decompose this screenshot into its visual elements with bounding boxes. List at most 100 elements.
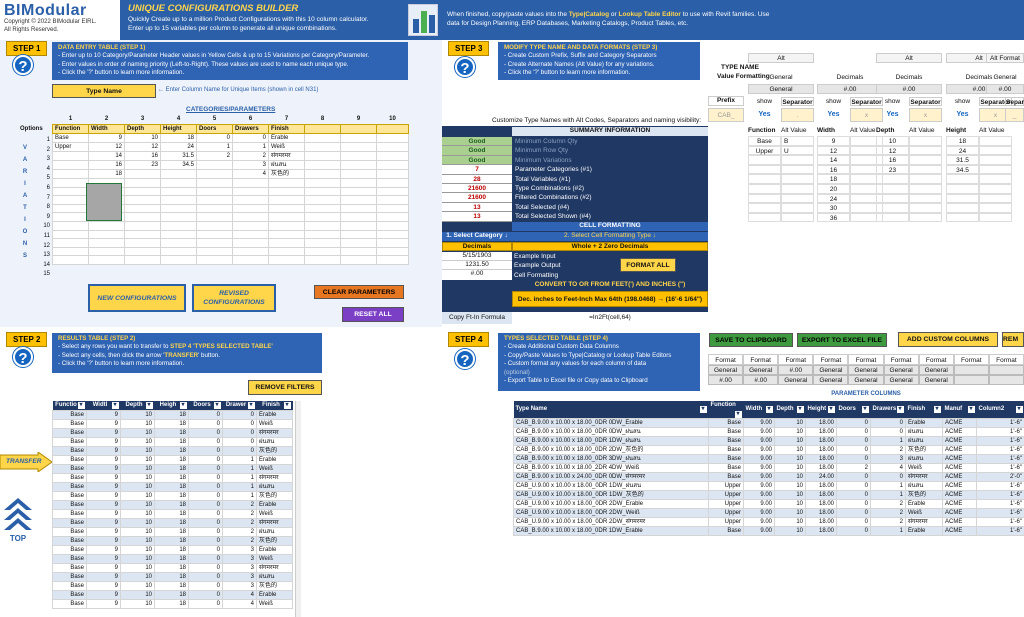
results-cell[interactable]: 9	[86, 590, 121, 600]
format-value[interactable]: General	[708, 365, 744, 375]
revised-configurations-button[interactable]: REVISED CONFIGURATIONS	[192, 284, 276, 312]
data-entry-cell[interactable]	[196, 203, 233, 214]
data-entry-cell[interactable]	[376, 246, 409, 257]
types-cell[interactable]: ACME	[942, 427, 977, 437]
decimals-dropdown[interactable]: Decimals	[442, 242, 512, 251]
types-cell[interactable]: Érable	[905, 499, 943, 509]
results-cell[interactable]: 9	[86, 464, 121, 474]
types-cell[interactable]: ACME	[942, 526, 977, 536]
format-value[interactable]	[953, 365, 989, 375]
types-cell[interactable]: 0	[836, 472, 871, 482]
types-cell[interactable]: Weiß	[905, 508, 943, 518]
results-cell[interactable]: 18	[154, 437, 189, 447]
results-row[interactable]: Base 9 10 18 0 3 ฝนสน	[52, 572, 293, 582]
results-cell[interactable]: 3	[222, 563, 257, 573]
types-cell[interactable]: CAB_B.9.00 x 10.00 x 18.00_0DR 0DW_Érabl…	[513, 418, 709, 428]
alt-value-input[interactable]	[781, 155, 814, 165]
data-entry-cell[interactable]	[160, 220, 197, 231]
results-cell[interactable]: 18	[154, 473, 189, 483]
types-cell[interactable]: 1'-6"	[976, 499, 1024, 509]
format-value[interactable]	[953, 375, 989, 385]
results-cell[interactable]: Base	[52, 509, 87, 519]
types-cell[interactable]: ACME	[942, 463, 977, 473]
data-entry-cell[interactable]	[52, 203, 89, 214]
format-value[interactable]: General	[918, 375, 954, 385]
results-cell[interactable]: 10	[120, 527, 155, 537]
data-entry-cell[interactable]	[52, 151, 89, 161]
types-header[interactable]: Column2 ▾	[976, 401, 1024, 419]
results-cell[interactable]: 0	[188, 572, 223, 582]
results-cell[interactable]: 2	[222, 518, 257, 528]
results-cell[interactable]: 0	[188, 482, 223, 492]
results-cell[interactable]: संगमरमर	[256, 428, 293, 438]
types-cell[interactable]: 24.00	[805, 472, 837, 482]
types-cell[interactable]: 灰色的	[905, 445, 943, 455]
data-entry-cell[interactable]: 9	[88, 133, 125, 143]
remove-filters-button[interactable]: REMOVE FILTERS	[248, 380, 322, 395]
separator-input[interactable]: .	[781, 108, 814, 122]
alt-value-input[interactable]	[909, 212, 942, 223]
types-cell[interactable]: 9.00	[743, 517, 775, 527]
results-cell[interactable]: 0	[222, 446, 257, 456]
results-row[interactable]: Base 9 10 18 0 3 संगमरमर	[52, 563, 293, 573]
types-cell[interactable]: 2	[836, 463, 871, 473]
data-entry-cell[interactable]	[268, 186, 305, 197]
types-cell[interactable]: ACME	[942, 490, 977, 500]
results-cell[interactable]: 18	[154, 536, 189, 546]
results-cell[interactable]: 0	[188, 446, 223, 456]
format-value[interactable]: General	[778, 375, 814, 385]
results-cell[interactable]: 9	[86, 500, 121, 510]
results-cell[interactable]: 18	[154, 482, 189, 492]
types-row[interactable]: CAB_U.9.00 x 10.00 x 18.00_0DR 1DW_ฝนสน U…	[513, 481, 1024, 491]
filter-dropdown-icon[interactable]: ▾	[179, 402, 187, 409]
data-entry-cell[interactable]	[52, 160, 89, 170]
results-cell[interactable]: 灰色的	[256, 581, 293, 591]
results-cell[interactable]: 1	[222, 473, 257, 483]
results-row[interactable]: Base 9 10 18 0 0 Weiß	[52, 419, 293, 429]
types-cell[interactable]: 18.00	[805, 481, 837, 491]
results-cell[interactable]: 18	[154, 428, 189, 438]
types-row[interactable]: CAB_U.9.00 x 10.00 x 18.00_0DR 2DW_संगमर…	[513, 517, 1024, 527]
results-cell[interactable]: Base	[52, 500, 87, 510]
data-entry-cell[interactable]	[88, 246, 125, 257]
data-entry-cell[interactable]	[196, 229, 233, 240]
results-row[interactable]: Base 9 10 18 0 0 Érable	[52, 410, 293, 420]
results-cell[interactable]: 0	[222, 419, 257, 429]
data-entry-cell[interactable]	[304, 255, 341, 265]
filter-dropdown-icon[interactable]: ▾	[1015, 406, 1023, 413]
results-row[interactable]: Base 9 10 18 0 1 Weiß	[52, 464, 293, 474]
category-header-cell[interactable]	[340, 124, 377, 134]
results-cell[interactable]: 0	[188, 491, 223, 501]
results-cell[interactable]: 0	[188, 473, 223, 483]
results-header[interactable]: Heigh ▾	[154, 401, 189, 411]
types-cell[interactable]: 9.00	[743, 481, 775, 491]
results-cell[interactable]: 18	[154, 410, 189, 420]
format-value[interactable]	[988, 375, 1024, 385]
types-cell[interactable]: 1'-6"	[976, 436, 1024, 446]
results-cell[interactable]: 10	[120, 545, 155, 555]
show-toggle[interactable]: Yes	[817, 108, 850, 122]
data-entry-cell[interactable]	[232, 255, 269, 265]
data-entry-cell[interactable]	[196, 169, 233, 179]
category-header-cell[interactable]: Drawers	[232, 124, 269, 134]
data-entry-cell[interactable]	[232, 178, 269, 188]
results-cell[interactable]: ฝนสน	[256, 437, 293, 447]
results-row[interactable]: Base 9 10 18 0 1 Érable	[52, 455, 293, 465]
format-value[interactable]: #.00	[708, 375, 744, 385]
results-cell[interactable]: 10	[120, 500, 155, 510]
results-cell[interactable]: Weiß	[256, 464, 293, 474]
types-cell[interactable]: CAB_B.9.00 x 10.00 x 18.00_2DR 4DW_Weiß	[513, 463, 709, 473]
data-entry-cell[interactable]	[124, 203, 161, 214]
filter-dropdown-icon[interactable]: ▾	[967, 406, 975, 413]
results-cell[interactable]: 2	[222, 509, 257, 519]
results-cell[interactable]: 2	[222, 536, 257, 546]
data-entry-cell[interactable]: ฝนสน	[268, 160, 305, 170]
data-entry-cell[interactable]	[160, 229, 197, 240]
results-cell[interactable]: 0	[188, 518, 223, 528]
types-header[interactable]: Function ▾	[708, 401, 744, 419]
format-value[interactable]: General	[743, 365, 779, 375]
format-value-cell[interactable]: #.00	[817, 84, 883, 94]
types-cell[interactable]: 9.00	[743, 526, 775, 536]
results-cell[interactable]: 18	[154, 500, 189, 510]
types-cell[interactable]: ฝนสน	[905, 454, 943, 464]
